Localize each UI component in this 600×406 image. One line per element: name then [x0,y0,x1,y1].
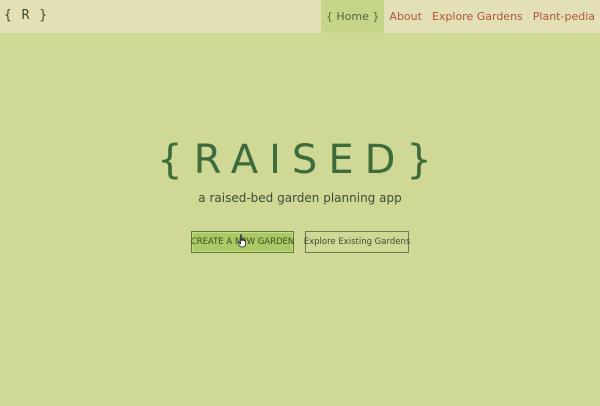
explore-gardens-button[interactable]: Explore Existing Gardens [304,231,410,253]
hero-subtitle: a raised-bed garden planning app [198,191,402,205]
hero-title: {RAISED} [157,137,443,183]
hand-pointer-icon [237,234,246,248]
hero-section: {RAISED} a raised-bed garden planning ap… [0,0,600,406]
